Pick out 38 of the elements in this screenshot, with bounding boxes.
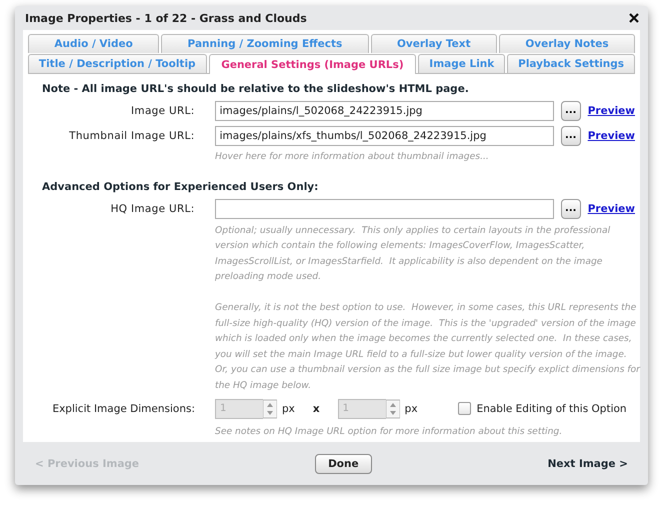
unit-label: px — [404, 402, 418, 415]
hint-text: See notes on HQ Image URL option for more information about this setting. — [215, 424, 564, 439]
help-paragraph: Optional; usually unnecessary. This only applies to certain layouts in the professional version which contain the following elements: ImagesCoverFlow, ImagesScatter, ImagesScrollList, or ImagesStarfield. It applicability is also dependent on the image preloading mode used. — [215, 224, 612, 284]
times-sign: x — [312, 402, 320, 415]
url-field[interactable] — [214, 198, 554, 219]
tab[interactable]: Audio / Video — [28, 34, 160, 53]
unit-label: px — [282, 402, 295, 415]
field-label: Explicit Image Dimensions: — [51, 402, 196, 415]
next-link[interactable]: Next Image > — [548, 458, 628, 470]
url-field[interactable]: images/plains/l_502068_24223915.jpg — [214, 101, 554, 121]
help-paragraph: Generally, it is not the best option to use. However, in some cases, this URL represents the full-size high-quality (HQ) version of the image. This is the 'upgraded' version of the image which is loaded only when the image becomes the currently selected one. In these cases, you will set the main Image URL field to a full-size but lower quality version of the image. Or, you can use a thumbnail version as the full size image but specify explict dimensions for the HQ image below. — [215, 300, 642, 393]
url-field[interactable]: images/plains/xfs_thumbs/l_502068_24223915.jpg — [214, 126, 554, 146]
browse-button[interactable]: ... — [560, 101, 581, 121]
tab[interactable]: Overlay Notes — [498, 34, 636, 53]
note-text: Note - All image URL's should be relative to the slideshow's HTML page. — [42, 83, 470, 95]
tab[interactable]: Image Link — [418, 54, 506, 73]
done-button[interactable]: Done — [315, 454, 372, 474]
window-title: Image Properties - 1 of 22 - Grass and Clouds — [25, 12, 307, 24]
tab[interactable]: Playback Settings — [507, 54, 635, 73]
preview-link[interactable]: Preview — [588, 105, 635, 117]
tab[interactable]: General Settings (Image URLs) — [208, 54, 416, 74]
browse-button[interactable]: ... — [560, 198, 581, 219]
section-heading: Advanced Options for Experienced Users Only: — [42, 180, 320, 193]
browse-button[interactable]: ... — [560, 126, 581, 146]
field-label: HQ Image URL: — [110, 202, 196, 215]
checkbox-label[interactable]: Enable Editing of this Option — [476, 402, 627, 415]
tab[interactable]: Panning / Zooming Effects — [161, 34, 369, 53]
hint-text[interactable]: Hover here for more information about thumbnail images... — [215, 149, 643, 165]
checkbox[interactable] — [458, 402, 471, 416]
field-label: Thumbnail Image URL: — [68, 130, 196, 142]
preview-link[interactable]: Preview — [588, 130, 635, 142]
tab[interactable]: Overlay Text — [370, 34, 497, 53]
preview-link[interactable]: Preview — [588, 202, 635, 215]
stepper-icon[interactable] — [263, 398, 277, 419]
close-icon[interactable] — [629, 13, 639, 23]
field-label: Image URL: — [130, 105, 196, 117]
stepper-icon[interactable] — [386, 398, 400, 419]
tab[interactable]: Title / Description / Tooltip — [28, 54, 206, 73]
